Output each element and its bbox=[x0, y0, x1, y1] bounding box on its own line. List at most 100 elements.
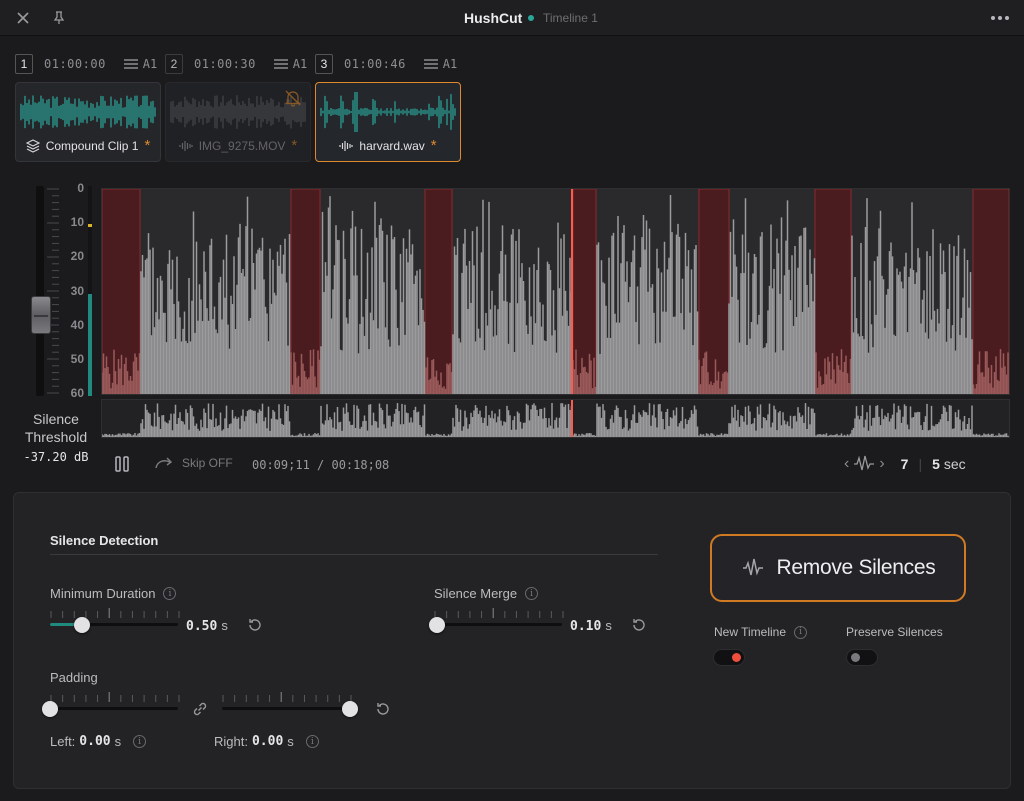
link-icon[interactable] bbox=[191, 700, 209, 718]
db-tick: 10 bbox=[70, 215, 84, 229]
slider-ticks bbox=[434, 608, 564, 618]
overview-canvas bbox=[101, 400, 1009, 437]
divider: | bbox=[918, 456, 923, 472]
remove-silences-button[interactable]: Remove Silences bbox=[710, 534, 966, 602]
clip-card-harvard[interactable]: harvard.wav * bbox=[315, 82, 461, 162]
new-timeline-toggle[interactable] bbox=[713, 649, 745, 666]
threshold-value: -37.20 dB bbox=[23, 450, 89, 464]
padding-label: Padding bbox=[50, 670, 98, 685]
clip-track: A1 bbox=[292, 57, 308, 71]
db-tick: 40 bbox=[70, 318, 84, 332]
padding-right-slider[interactable] bbox=[222, 707, 350, 710]
silence-navigator: ‹ › 7 | 5 sec bbox=[840, 454, 966, 474]
skip-label: Skip OFF bbox=[182, 456, 233, 470]
clip-header-1: 1 01:00:00 A1 bbox=[15, 54, 157, 74]
clip-waveform bbox=[20, 95, 156, 129]
audio-off-icon[interactable] bbox=[284, 89, 302, 107]
waveform-canvas bbox=[101, 188, 1010, 395]
track-icon bbox=[123, 59, 138, 69]
preserve-silences-label: Preserve Silences bbox=[846, 625, 943, 639]
status-dot bbox=[528, 15, 534, 21]
silence-merge-label: Silence Merge i bbox=[434, 586, 539, 601]
clip-index: 3 bbox=[315, 54, 333, 74]
overview-waveform[interactable] bbox=[101, 399, 1010, 438]
reset-icon[interactable] bbox=[247, 617, 263, 633]
next-silence-icon[interactable]: › bbox=[875, 455, 888, 473]
info-icon[interactable]: i bbox=[525, 587, 539, 600]
window-unit: sec bbox=[943, 456, 966, 472]
silence-wave-icon bbox=[854, 455, 875, 471]
close-icon[interactable] bbox=[13, 8, 33, 28]
padding-left-readout: Left: 0.00 s i bbox=[50, 734, 147, 749]
new-timeline-label: New Timeline i bbox=[714, 625, 808, 639]
level-meter-track bbox=[36, 186, 44, 396]
silence-merge-knob[interactable] bbox=[428, 617, 445, 633]
db-tick: 30 bbox=[70, 284, 84, 298]
clip-index: 1 bbox=[15, 54, 33, 74]
info-icon[interactable]: i bbox=[133, 735, 147, 748]
window-value[interactable]: 5 bbox=[932, 456, 940, 472]
reset-icon[interactable] bbox=[631, 617, 647, 633]
clip-header-2: 2 01:00:30 A1 bbox=[165, 54, 307, 74]
padding-left-slider[interactable] bbox=[50, 707, 178, 710]
prev-silence-icon[interactable]: ‹ bbox=[840, 455, 853, 473]
padding-right-knob[interactable] bbox=[342, 701, 358, 717]
info-icon[interactable]: i bbox=[305, 735, 319, 748]
silence-count: 7 bbox=[900, 456, 909, 472]
section-title: Silence Detection bbox=[50, 533, 159, 548]
title-bar: HushCut Timeline 1 bbox=[0, 0, 1024, 36]
db-tick: 20 bbox=[70, 249, 84, 263]
pin-icon[interactable] bbox=[49, 8, 69, 28]
track-icon bbox=[273, 59, 288, 69]
clip-waveform bbox=[320, 92, 456, 132]
layers-icon bbox=[25, 139, 40, 153]
silence-merge-value[interactable]: 0.10 s bbox=[570, 618, 612, 634]
section-divider bbox=[50, 554, 658, 555]
padding-right-value[interactable]: 0.00 bbox=[252, 734, 283, 749]
info-icon[interactable]: i bbox=[163, 587, 177, 600]
clip-header-3: 3 01:00:46 A1 bbox=[315, 54, 457, 74]
silence-merge-slider[interactable] bbox=[434, 623, 562, 626]
modified-indicator: * bbox=[291, 137, 298, 154]
clip-timecode: 01:00:00 bbox=[44, 57, 106, 71]
level-fill bbox=[88, 294, 92, 396]
min-duration-knob[interactable] bbox=[74, 617, 90, 633]
more-options-icon[interactable] bbox=[990, 8, 1010, 28]
padding-left-knob[interactable] bbox=[42, 701, 58, 717]
pause-icon[interactable] bbox=[113, 455, 131, 473]
min-duration-label: Minimum Duration i bbox=[50, 586, 177, 601]
min-duration-slider[interactable] bbox=[50, 623, 178, 626]
db-tick: 0 bbox=[77, 181, 84, 195]
skip-toggle[interactable]: Skip OFF bbox=[154, 456, 233, 470]
clip-card-img[interactable]: IMG_9275.MOV * bbox=[165, 82, 311, 162]
min-duration-value[interactable]: 0.50 s bbox=[186, 618, 228, 634]
preserve-silences-toggle[interactable] bbox=[846, 649, 878, 666]
clip-name: harvard.wav bbox=[359, 139, 425, 153]
threshold-fader[interactable] bbox=[31, 296, 51, 334]
modified-indicator: * bbox=[430, 137, 437, 154]
input-level-meter bbox=[88, 186, 92, 396]
clip-timecode: 01:00:46 bbox=[344, 57, 406, 71]
audio-wave-icon bbox=[339, 141, 353, 151]
playback-timecode: 00:09;11 / 00:18;08 bbox=[252, 458, 390, 472]
clip-card-compound[interactable]: Compound Clip 1 * bbox=[15, 82, 161, 162]
audio-wave-icon bbox=[179, 141, 193, 151]
db-tick: 60 bbox=[70, 386, 84, 400]
waveform-icon bbox=[742, 558, 763, 576]
reset-icon[interactable] bbox=[375, 701, 391, 717]
padding-right-readout: Right: 0.00 s i bbox=[214, 734, 319, 749]
info-icon[interactable]: i bbox=[794, 625, 808, 639]
remove-silences-label: Remove Silences bbox=[776, 556, 936, 579]
padding-left-value[interactable]: 0.00 bbox=[79, 734, 110, 749]
slider-ticks bbox=[222, 692, 352, 702]
toggle-on-dot bbox=[732, 653, 741, 662]
main-waveform[interactable] bbox=[101, 188, 1010, 395]
threshold-label: Silence Threshold bbox=[24, 411, 88, 445]
clip-timecode: 01:00:30 bbox=[194, 57, 256, 71]
modified-indicator: * bbox=[144, 137, 151, 154]
db-tick: 50 bbox=[70, 352, 84, 366]
toggle-off-dot bbox=[851, 653, 860, 662]
app-title: HushCut bbox=[464, 10, 523, 26]
clip-name: Compound Clip 1 bbox=[45, 139, 139, 153]
clip-track: A1 bbox=[142, 57, 158, 71]
